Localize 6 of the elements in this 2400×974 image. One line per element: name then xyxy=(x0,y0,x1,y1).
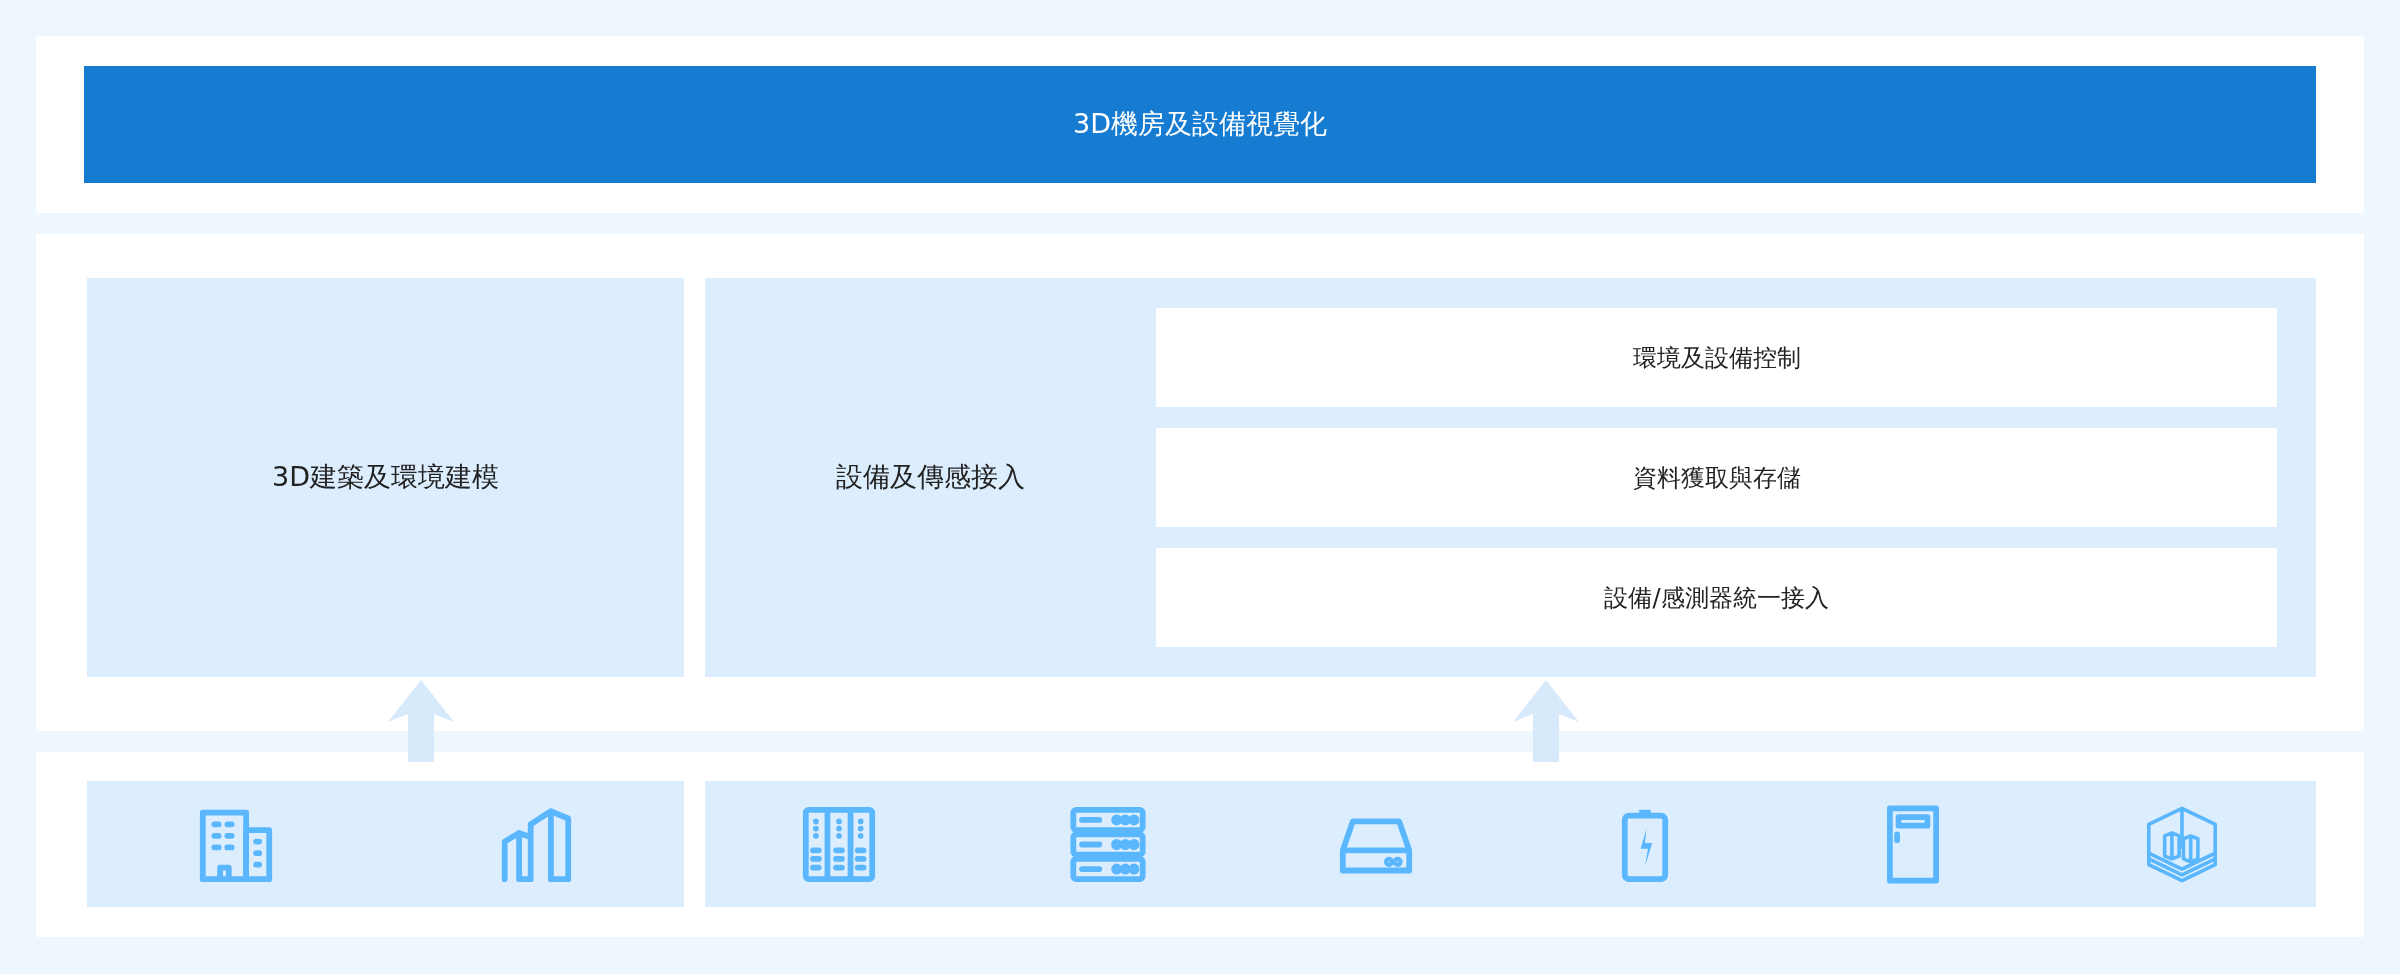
layer-row: 設備/感測器統一接入 xyxy=(1156,548,2277,647)
access-label: 設備及傳感接入 xyxy=(835,460,1026,495)
title-banner: 3D機房及設備視覺化 xyxy=(84,66,2316,183)
layer-row: 資料獲取與存儲 xyxy=(1156,428,2277,527)
modeling-block: 3D建築及環境建模 xyxy=(87,278,684,677)
layer-row: 環境及設備控制 xyxy=(1156,308,2277,407)
